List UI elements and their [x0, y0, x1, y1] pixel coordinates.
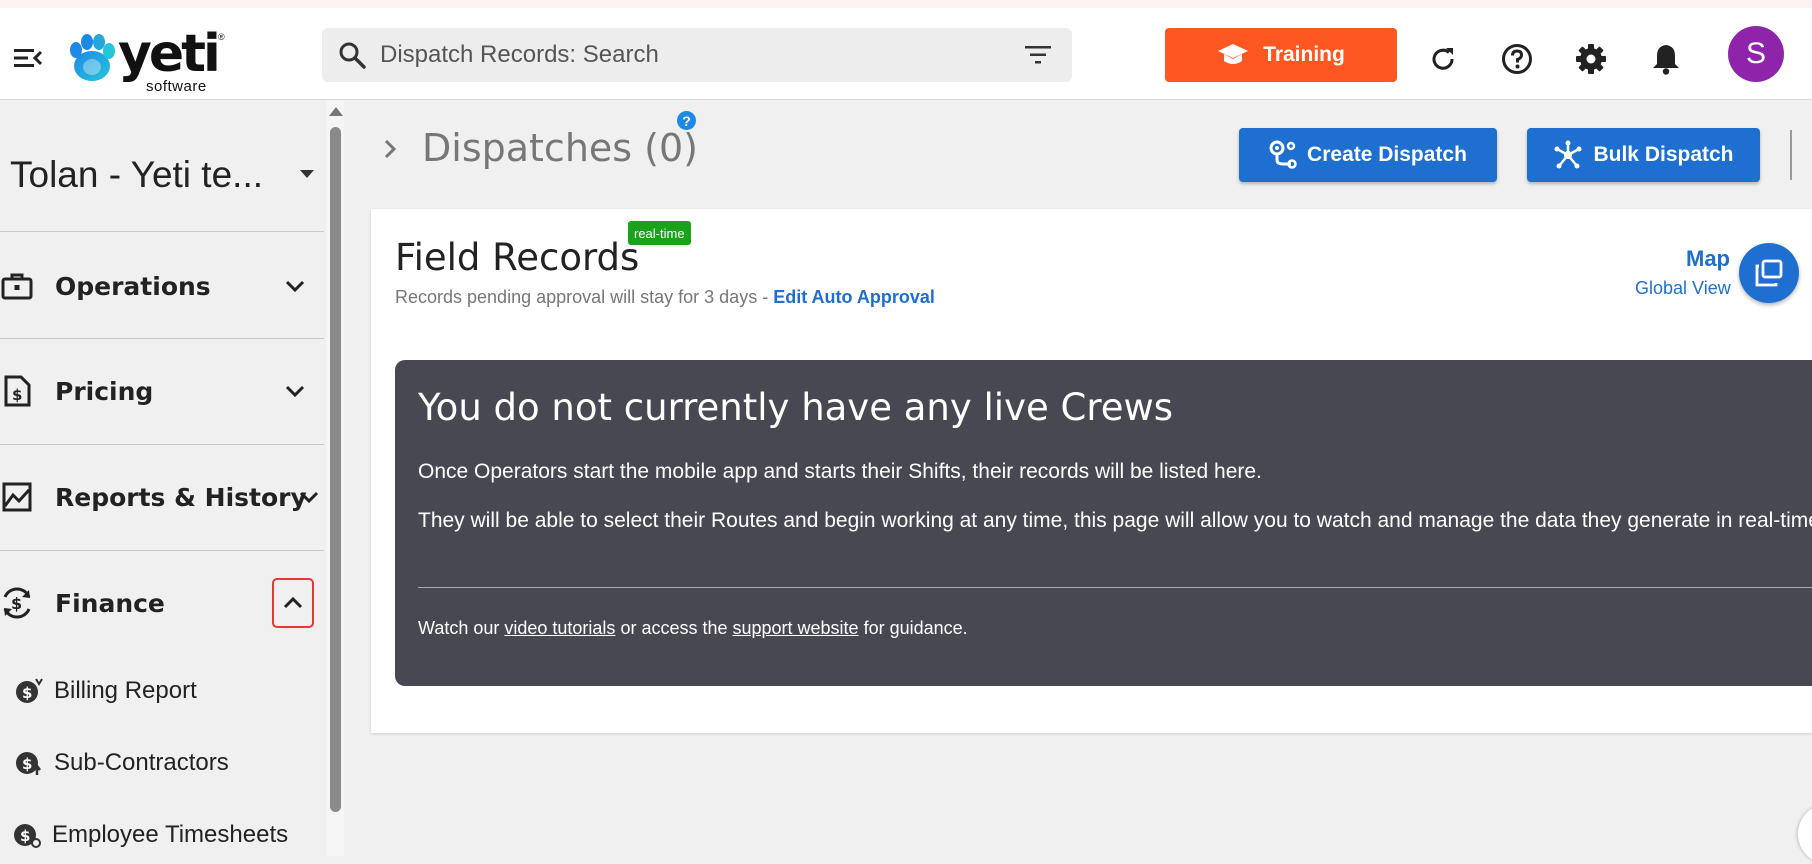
notifications-bell-icon[interactable]: [1649, 42, 1683, 76]
bulk-dispatch-label: Bulk Dispatch: [1593, 143, 1734, 166]
svg-text:$: $: [20, 827, 30, 845]
no-live-crews-panel: You do not currently have any live Crews…: [395, 360, 1812, 686]
help-icon[interactable]: [1500, 42, 1534, 76]
sidebar-item-operations[interactable]: Operations: [0, 256, 324, 316]
logo-wordmark: yeti: [118, 24, 221, 84]
dispatches-expand-button[interactable]: [380, 136, 400, 162]
sidebar-item-label: Operations: [55, 271, 211, 301]
organization-name: Tolan - Yeti te...: [10, 154, 264, 195]
sidebar-subitem-label: Sub-Contractors: [54, 749, 229, 776]
panel-divider: [418, 587, 1812, 588]
realtime-badge: real-time: [628, 221, 691, 245]
sidebar-subitem-label: Billing Report: [54, 677, 197, 704]
footer-text: for guidance.: [858, 618, 968, 638]
svg-text:$: $: [22, 755, 32, 773]
paw-icon: [70, 34, 115, 81]
dispatches-title: Dispatches (0): [422, 126, 698, 170]
windows-stack-icon: [1755, 259, 1783, 287]
scroll-up-arrow-icon[interactable]: [329, 107, 343, 116]
global-view-link[interactable]: Global View: [1635, 278, 1731, 299]
sidebar-subitem-sub-contractors[interactable]: $ Sub-Contractors: [14, 743, 229, 783]
sidebar-item-pricing[interactable]: $ Pricing: [0, 361, 324, 421]
app-header: yeti ® software Training: [0, 8, 1812, 100]
finance-collapse-button[interactable]: [272, 578, 314, 628]
pending-approval-note: Records pending approval will stay for 3…: [395, 287, 935, 308]
svg-text:$: $: [22, 684, 32, 702]
global-view-fab[interactable]: [1739, 243, 1799, 303]
chevron-down-icon[interactable]: [296, 484, 322, 510]
sidebar-item-label: Finance: [55, 588, 165, 618]
search-icon[interactable]: [336, 39, 368, 71]
sidebar-divider: [0, 338, 324, 339]
menu-collapse-button[interactable]: [10, 43, 46, 73]
toolbar-separator: [1790, 130, 1792, 180]
top-strip: [0, 0, 1812, 8]
no-crews-title: You do not currently have any live Crews: [418, 386, 1174, 429]
sidebar-divider: [0, 550, 324, 551]
no-crews-paragraph-2: They will be able to select their Routes…: [418, 509, 1812, 532]
logo-registered: ®: [218, 32, 225, 42]
svg-text:$: $: [11, 594, 22, 613]
footer-text: or access the: [615, 618, 733, 638]
chevron-right-icon: [384, 139, 397, 159]
sidebar-item-reports-history[interactable]: Reports & History: [0, 467, 324, 527]
filter-icon[interactable]: [1018, 35, 1058, 75]
dispatches-help-icon[interactable]: ?: [677, 111, 696, 130]
yeti-logo[interactable]: yeti ® software: [68, 24, 238, 95]
chevron-up-icon: [283, 597, 303, 609]
no-crews-paragraph-1: Once Operators start the mobile app and …: [418, 460, 1262, 483]
money-cycle-icon: $: [0, 586, 34, 620]
search-bar: [322, 28, 1072, 82]
footer-text: Watch our: [418, 618, 505, 638]
dollar-up-icon: $: [14, 748, 44, 778]
logo-subtitle: software: [146, 78, 207, 95]
training-button[interactable]: Training: [1165, 28, 1397, 82]
refresh-icon[interactable]: [1426, 42, 1460, 76]
sidebar-subitem-employee-timesheets[interactable]: $ Employee Timesheets: [12, 815, 288, 855]
field-records-title: Field Records: [395, 236, 640, 279]
organization-selector[interactable]: Tolan - Yeti te...: [10, 150, 320, 200]
search-input[interactable]: [380, 41, 1018, 69]
pending-approval-text: Records pending approval will stay for 3…: [395, 287, 774, 307]
sidebar-subitem-billing-report[interactable]: $ Billing Report: [14, 671, 197, 711]
chevron-down-icon[interactable]: [282, 273, 308, 299]
dollar-time-icon: $: [12, 820, 42, 850]
caret-down-icon: [300, 170, 314, 178]
create-dispatch-label: Create Dispatch: [1307, 143, 1467, 166]
network-icon: [1554, 140, 1582, 169]
route-pin-icon: [1269, 140, 1297, 169]
sidebar-divider: [0, 231, 324, 232]
chevron-down-icon[interactable]: [282, 378, 308, 404]
create-dispatch-button[interactable]: Create Dispatch: [1239, 128, 1497, 182]
edit-auto-approval-link[interactable]: Edit Auto Approval: [773, 287, 935, 307]
bulk-dispatch-button[interactable]: Bulk Dispatch: [1527, 128, 1760, 182]
graduation-cap-icon: [1218, 44, 1249, 64]
sidebar-item-label: Reports & History: [55, 482, 307, 512]
briefcase-icon: [0, 269, 34, 303]
sidebar-scroll-thumb[interactable]: [330, 127, 341, 812]
sidebar-item-label: Pricing: [55, 376, 154, 406]
map-link[interactable]: Map: [1686, 246, 1730, 272]
training-label: Training: [1263, 43, 1345, 66]
invoice-icon: $: [0, 374, 34, 408]
menu-collapse-icon: [14, 49, 43, 67]
settings-gear-icon[interactable]: [1574, 42, 1608, 76]
sidebar-subitem-label: Employee Timesheets: [52, 821, 289, 848]
chart-icon: [0, 480, 34, 514]
support-website-link[interactable]: support website: [733, 618, 859, 638]
video-tutorials-link[interactable]: video tutorials: [504, 618, 615, 638]
guidance-footer: Watch our video tutorials or access the …: [418, 618, 968, 639]
svg-text:$: $: [12, 386, 22, 404]
dollar-icon: $: [14, 676, 44, 706]
user-avatar[interactable]: S: [1728, 26, 1784, 82]
sidebar-divider: [0, 444, 324, 445]
